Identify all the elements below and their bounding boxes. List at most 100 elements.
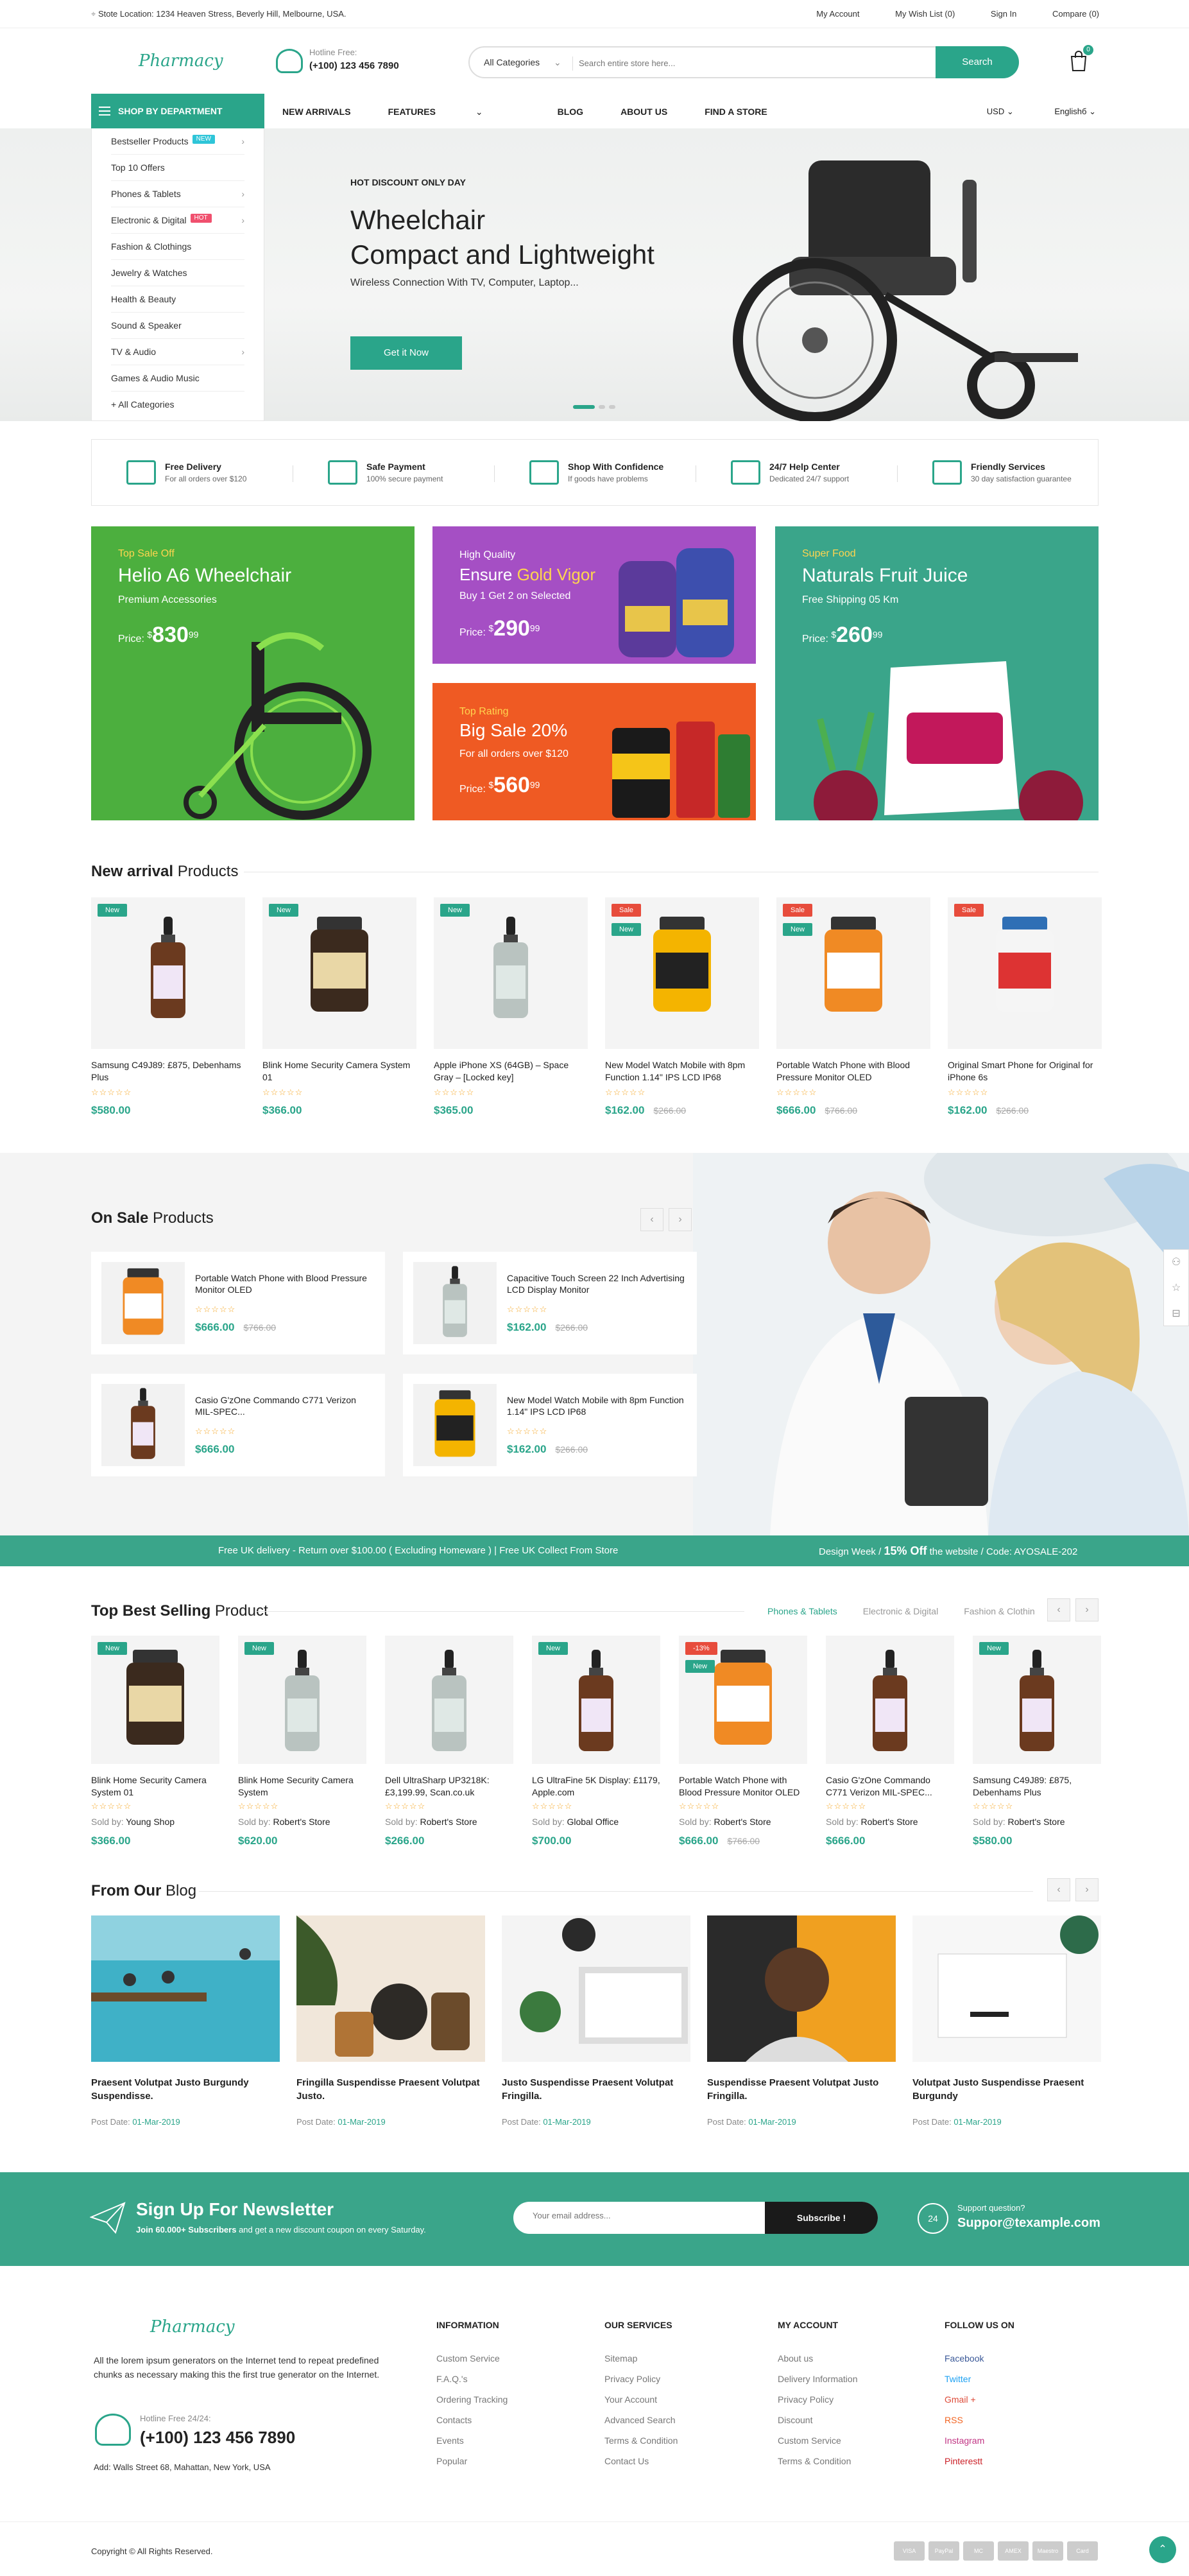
tab-electronic-digital[interactable]: Electronic & Digital [863,1606,939,1616]
blog-post-title[interactable]: Justo Suspendisse Praesent Volutpat Frin… [502,2076,690,2103]
nav-new-arrivals[interactable]: NEW ARRIVALS [282,107,351,117]
product-image[interactable] [91,1636,219,1764]
footer-link[interactable]: Discount [778,2410,858,2430]
prev-arrow-button[interactable]: ‹ [640,1208,663,1231]
tab-phones-tablets[interactable]: Phones & Tablets [767,1606,837,1616]
blog-post-title[interactable]: Praesent Volutpat Justo Burgundy Suspend… [91,2076,280,2103]
product-name[interactable]: Portable Watch Phone with Blood Pressure… [776,1059,929,1084]
product-image[interactable] [91,897,245,1049]
slider-dot[interactable] [599,405,605,409]
product-name[interactable]: Casio G'zOne Commando C771 Verizon MIL-S… [826,1774,954,1799]
language-select[interactable]: Englishб ⌄ [1035,107,1096,116]
seller-name[interactable]: Robert's Store [420,1817,477,1827]
footer-link[interactable]: Privacy Policy [604,2369,678,2389]
product-image[interactable] [413,1262,497,1344]
logo[interactable]: Pharmacy [139,51,223,71]
search-button[interactable]: Search [936,46,1019,78]
product-name[interactable]: Blink Home Security Camera System 01 [262,1059,415,1084]
social-link[interactable]: Pinterestt [945,2451,1014,2471]
hero-cta-button[interactable]: Get it Now [350,336,462,370]
product-image[interactable] [776,897,930,1049]
department-item[interactable]: Bestseller Products NEW › [111,128,244,155]
department-item[interactable]: + All Categories [111,392,244,418]
wishlist-link[interactable]: My Wish List (0) [895,9,955,19]
product-image[interactable] [973,1636,1101,1764]
product-image[interactable] [101,1262,185,1344]
on-sale-card[interactable]: Casio G'zOne Commando C771 Verizon MIL-S… [91,1374,385,1476]
seller-name[interactable]: Robert's Store [714,1817,771,1827]
product-image[interactable] [101,1384,185,1466]
product-image[interactable] [532,1636,660,1764]
next-arrow-button[interactable]: › [669,1208,692,1231]
blog-image[interactable] [91,1915,280,2062]
product-image[interactable] [385,1636,513,1764]
slider-dot-active[interactable] [573,405,595,409]
blog-image[interactable] [296,1915,485,2062]
user-icon[interactable]: ⚇ [1164,1250,1188,1275]
currency-select[interactable]: USD ⌄ [968,107,1014,116]
social-link[interactable]: RSS [945,2410,1014,2430]
footer-link[interactable]: Advanced Search [604,2410,678,2430]
footer-link[interactable]: Your Account [604,2389,678,2410]
social-link[interactable]: Gmail + [945,2389,1014,2410]
footer-link[interactable]: Custom Service [436,2348,508,2369]
footer-link[interactable]: F.A.Q.'s [436,2369,508,2389]
product-name[interactable]: Portable Watch Phone with Blood Pressure… [195,1272,375,1295]
department-item[interactable]: TV & Audio › [111,339,244,365]
footer-link[interactable]: Sitemap [604,2348,678,2369]
footer-link[interactable]: Popular [436,2451,508,2471]
department-item[interactable]: Phones & Tablets › [111,181,244,207]
product-name[interactable]: Dell UltraSharp UP3218K: £3,199.99, Scan… [385,1774,513,1799]
footer-link[interactable]: Privacy Policy [778,2389,858,2410]
on-sale-card[interactable]: New Model Watch Mobile with 8pm Function… [403,1374,697,1476]
support-email[interactable]: Suppor@texample.com [957,2216,1100,2231]
footer-link[interactable]: Terms & Condition [604,2430,678,2451]
blog-image[interactable] [707,1915,896,2062]
product-name[interactable]: Original Smart Phone for Original for iP… [948,1059,1100,1084]
next-arrow-button[interactable]: › [1075,1598,1099,1621]
seller-name[interactable]: Robert's Store [273,1817,330,1827]
subscribe-button[interactable]: Subscribe ! [765,2202,878,2234]
sign-in-link[interactable]: Sign In [991,9,1016,19]
blog-post-title[interactable]: Volutpat Justo Suspendisse Praesent Burg… [912,2076,1101,2103]
nav-about-us[interactable]: ABOUT US [620,107,667,117]
blog-image[interactable] [502,1915,690,2062]
prev-arrow-button[interactable]: ‹ [1047,1878,1070,1901]
department-item[interactable]: Games & Audio Music [111,365,244,392]
nav-find-a-store[interactable]: FIND A STORE [705,107,767,117]
promo-ensure[interactable]: High Quality Ensure Gold Vigor Buy 1 Get… [432,526,756,664]
product-name[interactable]: Samsung C49J89: £875, Debenhams Plus [973,1774,1101,1799]
social-link[interactable]: Instagram [945,2430,1014,2451]
department-item[interactable]: Top 10 Offers [111,155,244,181]
product-image[interactable] [434,897,588,1049]
social-link[interactable]: Twitter [945,2369,1014,2389]
product-image[interactable] [826,1636,954,1764]
department-item[interactable]: Electronic & Digital HOT › [111,207,244,234]
my-account-link[interactable]: My Account [816,9,859,19]
product-image[interactable] [238,1636,366,1764]
tab-fashion-clothing[interactable]: Fashion & Clothin [964,1606,1035,1616]
department-item[interactable]: Jewelry & Watches [111,260,244,286]
product-name[interactable]: Casio G'zOne Commando C771 Verizon MIL-S… [195,1394,375,1417]
product-name[interactable]: New Model Watch Mobile with 8pm Function… [507,1394,687,1417]
footer-link[interactable]: About us [778,2348,858,2369]
footer-link[interactable]: Events [436,2430,508,2451]
blog-image[interactable] [912,1915,1101,2062]
footer-link[interactable]: Custom Service [778,2430,858,2451]
product-name[interactable]: Blink Home Security Camera System [238,1774,366,1799]
product-name[interactable]: New Model Watch Mobile with 8pm Function… [605,1059,758,1084]
department-item[interactable]: Fashion & Clothings [111,234,244,260]
department-item[interactable]: Sound & Speaker [111,313,244,339]
promo-wheelchair[interactable]: Top Sale Off Helio A6 Wheelchair Premium… [91,526,415,820]
seller-name[interactable]: Robert's Store [860,1817,918,1827]
search-input[interactable] [579,54,874,72]
footer-link[interactable]: Contacts [436,2410,508,2430]
cart-button[interactable]: 0 [1069,45,1093,72]
seller-name[interactable]: Global Office [567,1817,619,1827]
product-image[interactable] [679,1636,807,1764]
footer-link[interactable]: Contact Us [604,2451,678,2471]
social-link[interactable]: Facebook [945,2348,1014,2369]
footer-link[interactable]: Terms & Condition [778,2451,858,2471]
product-name[interactable]: Portable Watch Phone with Blood Pressure… [679,1774,807,1799]
cart-icon[interactable]: ⊟ [1164,1301,1188,1327]
